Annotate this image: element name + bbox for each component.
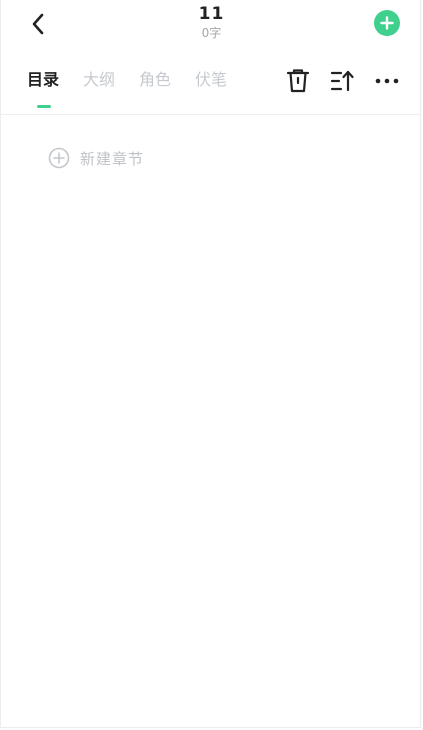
toolbar-divider [0,114,421,115]
tab-bar: 目录 大纲 角色 伏笔 [27,69,251,108]
more-dots-icon [375,78,399,84]
more-button[interactable] [374,68,400,94]
tab-outline[interactable]: 大纲 [83,69,115,91]
header: 11 0字 [0,0,423,52]
tab-catalog[interactable]: 目录 [27,69,59,108]
trash-icon [286,69,310,93]
plus-circle-outline-icon [48,147,70,169]
title-block: 11 0字 [0,4,423,40]
sort-button[interactable] [330,68,356,94]
toolbar: 目录 大纲 角色 伏笔 [0,52,423,114]
tab-characters[interactable]: 角色 [139,69,171,91]
book-title: 11 [198,4,225,24]
sort-icon [330,70,354,92]
new-chapter-button[interactable]: 新建章节 [48,146,144,170]
delete-button[interactable] [285,68,311,94]
plus-circle-icon [380,16,394,30]
word-count: 0字 [201,26,222,40]
tab-foreshadowing[interactable]: 伏笔 [195,69,227,91]
add-button[interactable] [374,10,400,36]
new-chapter-label: 新建章节 [80,149,145,168]
